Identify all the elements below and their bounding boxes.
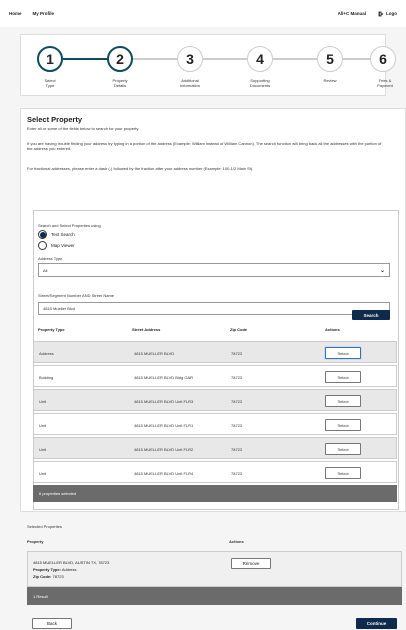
step-label: Payment [377, 83, 393, 88]
select-button[interactable]: Select [325, 467, 361, 479]
cell-zip: 78723 [231, 423, 243, 428]
cell-type: Unit [39, 471, 47, 476]
search-method-label: Search and Select Properties using [38, 223, 101, 228]
selected-col-property: Property [27, 539, 44, 544]
step-label: Documents [249, 83, 271, 88]
progress-stepper: 1 Select Type 2 Property Details 3 Additio… [20, 46, 396, 92]
street-label: Street/Segment Number AND Street Name [38, 293, 115, 298]
radio-unselected-icon [38, 241, 47, 250]
step-2[interactable]: 2 Property Details [90, 46, 150, 88]
selected-col-actions: Actions [229, 539, 244, 544]
logout-icon [378, 11, 384, 16]
step-1[interactable]: 1 Select Type [20, 46, 80, 88]
nav-profile-link[interactable]: My Profile [33, 11, 55, 16]
col-header-actions: Actions [325, 327, 340, 332]
fraction-tip-text: For fractional addresses, please enter a… [27, 166, 254, 171]
col-header-zip: Zip Code [230, 327, 248, 332]
cell-type: Building [39, 375, 54, 380]
cell-zip: 78723 [231, 399, 243, 404]
cell-zip: 78723 [231, 375, 243, 380]
step-4[interactable]: 4 Supporting Documents [230, 46, 290, 88]
selected-type-value: Address [61, 567, 77, 572]
step-label: Information [179, 83, 200, 88]
radio-selected-icon [38, 230, 47, 239]
step-label: Details [113, 83, 127, 88]
street-input[interactable]: 4815 Mueller Blvd [38, 302, 390, 315]
selected-type-label: Property Type: [33, 567, 61, 572]
intro-text: Enter all or some of the fields below to… [27, 126, 140, 131]
cell-address: 4815 MUELLER BLVD Unit FLR3 [134, 399, 194, 404]
logout-link[interactable]: Logo [378, 11, 397, 17]
step-number: 6 [370, 46, 396, 72]
chevron-down-icon: ⌄ [379, 267, 385, 274]
step-3[interactable]: 3 Additional Information [160, 46, 220, 88]
step-number: 1 [37, 46, 63, 72]
selected-results-bar: 1 Result [27, 587, 402, 605]
select-button[interactable]: Select [325, 395, 361, 407]
cell-address: 4815 MUELLER BLVD Bldg GAR [134, 375, 194, 380]
select-button[interactable]: Select [325, 419, 361, 431]
cell-zip: 78723 [231, 447, 243, 452]
page-title: Select Property [27, 115, 83, 124]
table-row: Unit 4815 MUELLER BLVD Unit FLR3 78723 S… [33, 389, 397, 411]
back-button[interactable]: Back [32, 618, 72, 629]
select-button[interactable]: Select [325, 347, 361, 359]
table-row: Address 4815 MUELLER BLVD 78723 Select [33, 341, 397, 363]
remove-button[interactable]: Remove [231, 558, 271, 569]
col-header-type: Property Type [38, 327, 65, 332]
selected-property-row: 4815 MUELLER BLVD, AUSTIN TX, 78723 Prop… [27, 551, 402, 587]
step-number: 4 [247, 46, 273, 72]
cell-zip: 78723 [231, 351, 243, 356]
step-label: Type [45, 83, 55, 88]
address-type-select[interactable]: All ⌄ [38, 263, 390, 277]
step-6[interactable]: 6 Fees & Payment [340, 46, 400, 88]
radio-map-viewer[interactable]: Map Viewer [38, 241, 75, 250]
table-row: Unit 4815 MUELLER BLVD Unit FLR4 78723 S… [33, 461, 397, 483]
continue-button[interactable]: Continue [356, 618, 397, 629]
cell-address: 4815 MUELLER BLVD Unit FLR2 [134, 447, 194, 452]
cell-type: Unit [39, 447, 47, 452]
search-tip-text: If you are having trouble finding your a… [27, 141, 382, 151]
col-header-address: Street Address [132, 327, 161, 332]
radio-text-search[interactable]: Text Search [38, 230, 75, 239]
cell-type: Unit [39, 399, 47, 404]
top-nav: Home My Profile All+C Manual Logo [0, 0, 406, 27]
cell-address: 4815 MUELLER BLVD [134, 351, 175, 356]
select-button[interactable]: Select [325, 443, 361, 455]
radio-label: Text Search [51, 232, 75, 237]
radio-label: Map Viewer [51, 243, 75, 248]
search-button[interactable]: Search [352, 310, 390, 320]
cell-address: 4815 MUELLER BLVD Unit FLR4 [134, 471, 194, 476]
street-input-value: 4815 Mueller Blvd [43, 306, 76, 311]
nav-home-link[interactable]: Home [9, 11, 22, 16]
table-row: Unit 4815 MUELLER BLVD Unit FLR2 78723 S… [33, 437, 397, 459]
step-number: 2 [107, 46, 133, 72]
select-button[interactable]: Select [325, 371, 361, 383]
selected-properties-title: Selected Properties [27, 524, 62, 529]
nav-manual-link[interactable]: All+C Manual [338, 11, 366, 16]
selected-address: 4815 MUELLER BLVD, AUSTIN TX, 78723 [33, 560, 110, 565]
cell-zip: 78723 [231, 471, 243, 476]
table-row: Unit 4815 MUELLER BLVD Unit FLR1 78723 S… [33, 413, 397, 435]
results-count-bar: 6 properties selected [33, 485, 397, 502]
cell-type: Unit [39, 423, 47, 428]
selected-zip-label: Zip Code: [33, 574, 52, 579]
logout-label: Logo [386, 11, 397, 16]
table-row: Building 4815 MUELLER BLVD Bldg GAR 7872… [33, 365, 397, 387]
address-type-value: All [43, 267, 48, 273]
selected-zip-value: 78723 [52, 574, 64, 579]
step-number: 3 [177, 46, 203, 72]
address-type-label: Address Type [38, 256, 63, 261]
cell-address: 4815 MUELLER BLVD Unit FLR1 [134, 423, 194, 428]
cell-type: Address [39, 351, 54, 356]
